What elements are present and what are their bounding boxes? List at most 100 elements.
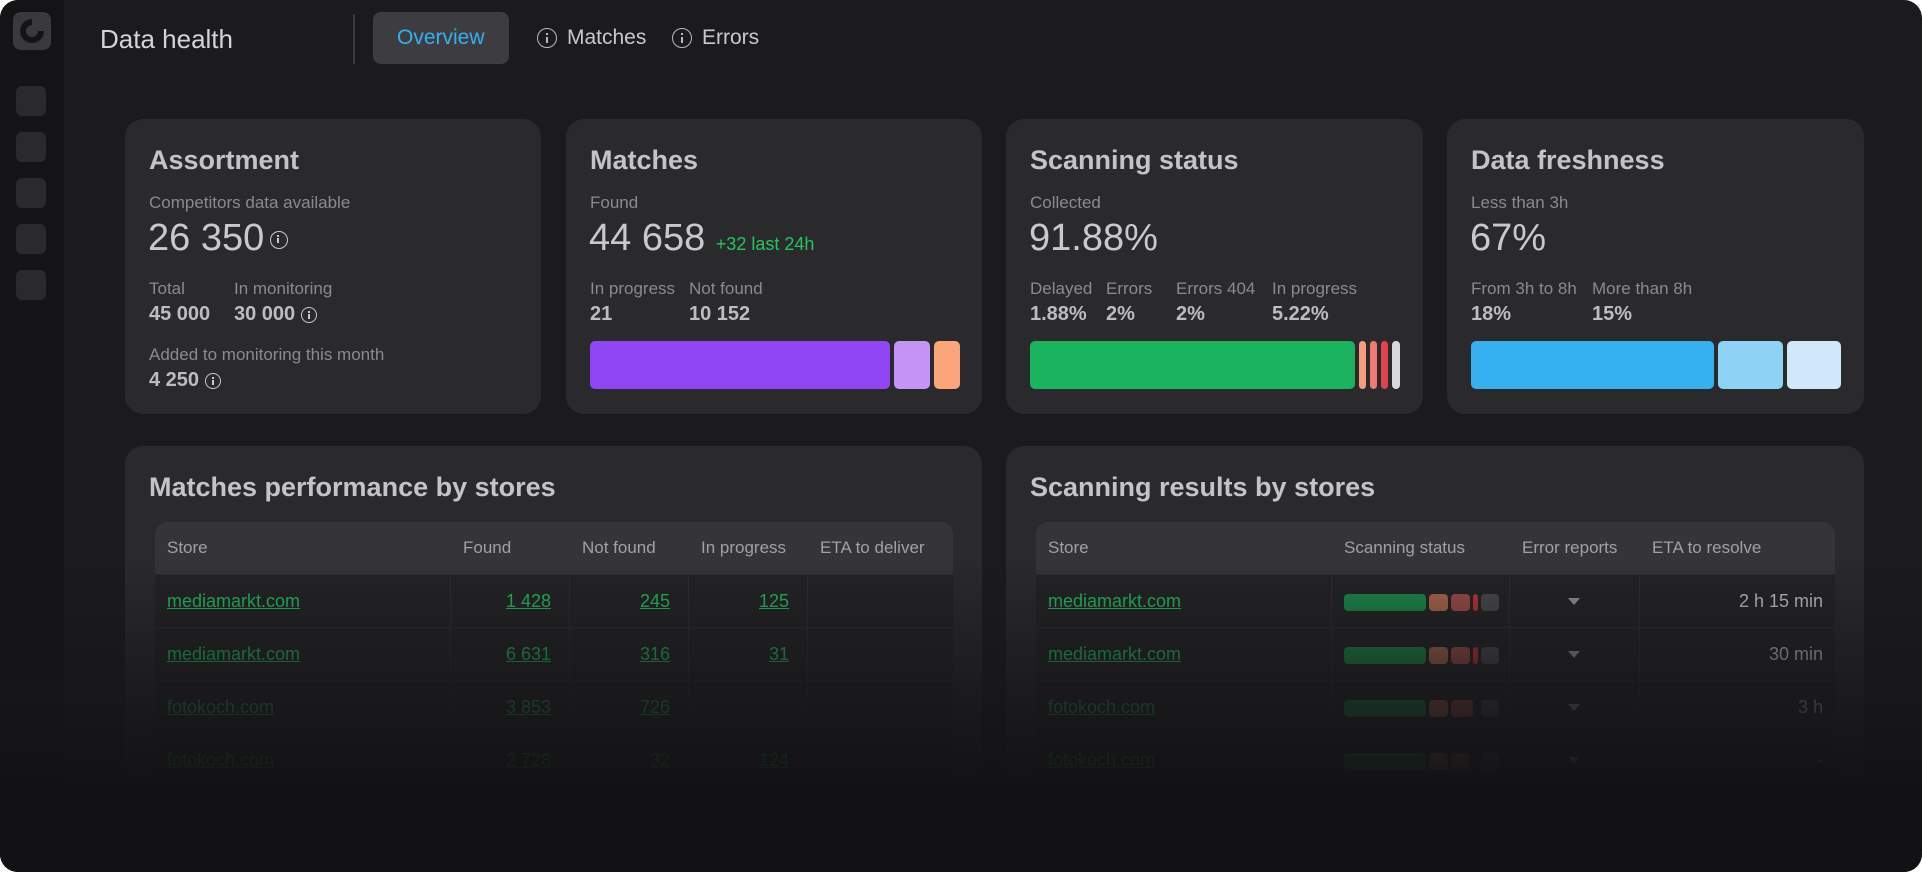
found-link[interactable]: 3 853 (506, 697, 551, 718)
found-value: 44 658 +32 last 24h (589, 217, 815, 259)
column-header[interactable]: Error reports (1522, 538, 1617, 558)
notfound-link[interactable]: 726 (640, 697, 670, 718)
status-pill (1344, 647, 1426, 664)
table-row: fotokoch.com - (1036, 733, 1835, 786)
old-value: 15% (1592, 303, 1633, 325)
scanning-results-card: Scanning results by stores Store Scannin… (1006, 446, 1864, 872)
tab-errors[interactable]: Errors (648, 12, 783, 64)
table-row (155, 786, 953, 839)
sidebar-item-1[interactable] (16, 86, 46, 116)
status-pill (1481, 647, 1499, 664)
tab-overview[interactable]: Overview (373, 12, 509, 64)
total-label: Total (149, 279, 185, 298)
table-row: fotokoch.com 3 h (1036, 680, 1835, 733)
notfound-link[interactable]: 316 (640, 644, 670, 665)
found-link[interactable]: 2 728 (506, 750, 551, 771)
errors404-label: Errors 404 (1176, 279, 1256, 298)
store-link[interactable]: fotokoch.com (167, 750, 274, 771)
store-link[interactable]: fotokoch.com (1048, 697, 1155, 718)
errors-value: 2% (1106, 303, 1135, 325)
info-icon (672, 28, 692, 48)
chevron-down-icon[interactable] (1568, 704, 1580, 711)
eta-value: 30 min (1768, 644, 1823, 664)
sidebar-item-2[interactable] (16, 132, 46, 162)
mid-value: 18% (1471, 303, 1512, 325)
column-header[interactable]: Found (463, 538, 511, 558)
column-header[interactable]: Store (1048, 538, 1089, 558)
card-title: Matches (590, 145, 699, 175)
store-link[interactable]: fotokoch.com (167, 697, 274, 718)
sidebar-item-4[interactable] (16, 224, 46, 254)
tab-matches[interactable]: Matches (513, 12, 670, 64)
sidebar-item-5[interactable] (16, 270, 46, 300)
chevron-down-icon[interactable] (1568, 598, 1580, 605)
chevron-down-icon[interactable] (1568, 651, 1580, 658)
chevron-down-icon[interactable] (1568, 757, 1580, 764)
table-header: Store Scanning status Error reports ETA … (1036, 522, 1835, 574)
table-header: Store Found Not found In progress ETA to… (155, 522, 953, 574)
info-icon[interactable] (205, 372, 222, 389)
bar-segment (1471, 341, 1714, 389)
status-pill (1429, 594, 1448, 611)
column-header[interactable]: Scanning status (1344, 538, 1465, 558)
found-delta: +32 last 24h (715, 234, 815, 254)
store-link[interactable]: mediamarkt.com (1048, 644, 1181, 665)
eta-value: 2 h 15 min (1738, 591, 1823, 611)
notfound-link[interactable]: 245 (640, 591, 670, 612)
column-header[interactable]: ETA to deliver (820, 538, 925, 558)
info-icon[interactable] (301, 306, 318, 323)
bar-segment (1381, 341, 1388, 389)
found-link[interactable]: 6 631 (506, 644, 551, 665)
mid-label: From 3h to 8h (1471, 279, 1577, 298)
assortment-card: Assortment Competitors data available 26… (125, 119, 541, 414)
status-pill (1481, 594, 1499, 611)
inprogress-value: 21 (590, 303, 613, 325)
bar-segment (1030, 341, 1355, 389)
status-pill (1344, 700, 1426, 717)
column-header[interactable]: ETA to resolve (1652, 538, 1761, 558)
fresh-label: Less than 3h (1471, 193, 1569, 212)
status-pill (1451, 700, 1473, 717)
page-title: Data health (100, 24, 233, 54)
competitors-label: Competitors data available (149, 193, 351, 212)
column-header[interactable]: Store (167, 538, 208, 558)
sidebar-item-3[interactable] (16, 178, 46, 208)
status-pill (1473, 647, 1478, 664)
delayed-label: Delayed (1030, 279, 1093, 298)
store-link[interactable]: fotokoch.com (1048, 750, 1155, 771)
inprogress-link[interactable]: 125 (759, 591, 789, 612)
collected-value: 91.88% (1029, 217, 1158, 259)
store-link[interactable]: mediamarkt.com (167, 591, 300, 612)
tab-matches-label: Matches (567, 26, 647, 49)
added-label: Added to monitoring this month (149, 345, 385, 364)
card-title: Scanning status (1030, 145, 1239, 175)
inprogress-link[interactable]: 124 (759, 750, 789, 771)
notfound-value: 10 152 (689, 303, 751, 325)
table-row: mediamarkt.com 30 min (1036, 627, 1835, 680)
table-row: fotokoch.com 3 853 726 (155, 680, 953, 733)
collected-label: Collected (1030, 193, 1101, 212)
table-row: mediamarkt.com 1 428 245 125 (155, 574, 953, 627)
bar-segment (934, 341, 960, 389)
eta-value: 3 h (1797, 697, 1823, 717)
store-link[interactable]: mediamarkt.com (1048, 591, 1181, 612)
bar-segment (894, 341, 930, 389)
matches-performance-card: Matches performance by stores Store Foun… (125, 446, 982, 872)
old-label: More than 8h (1592, 279, 1693, 298)
status-pill (1429, 753, 1448, 770)
scanning-table: Store Scanning status Error reports ETA … (1036, 522, 1835, 872)
column-header[interactable]: In progress (701, 538, 786, 558)
status-pill (1429, 806, 1448, 823)
notfound-link[interactable]: 32 (650, 750, 670, 771)
store-link[interactable]: mediamarkt.com (167, 644, 300, 665)
bar-segment (1370, 341, 1377, 389)
inprogress-link[interactable]: 31 (769, 644, 789, 665)
scan-inprogress-value: 5.22% (1272, 303, 1329, 325)
total-value: 45 000 (149, 303, 211, 325)
info-icon[interactable] (270, 230, 289, 249)
scan-inprogress-label: In progress (1272, 279, 1358, 298)
notfound-label: Not found (689, 279, 763, 298)
column-header[interactable]: Not found (582, 538, 656, 558)
app-logo-icon[interactable] (13, 12, 51, 50)
found-link[interactable]: 1 428 (506, 591, 551, 612)
